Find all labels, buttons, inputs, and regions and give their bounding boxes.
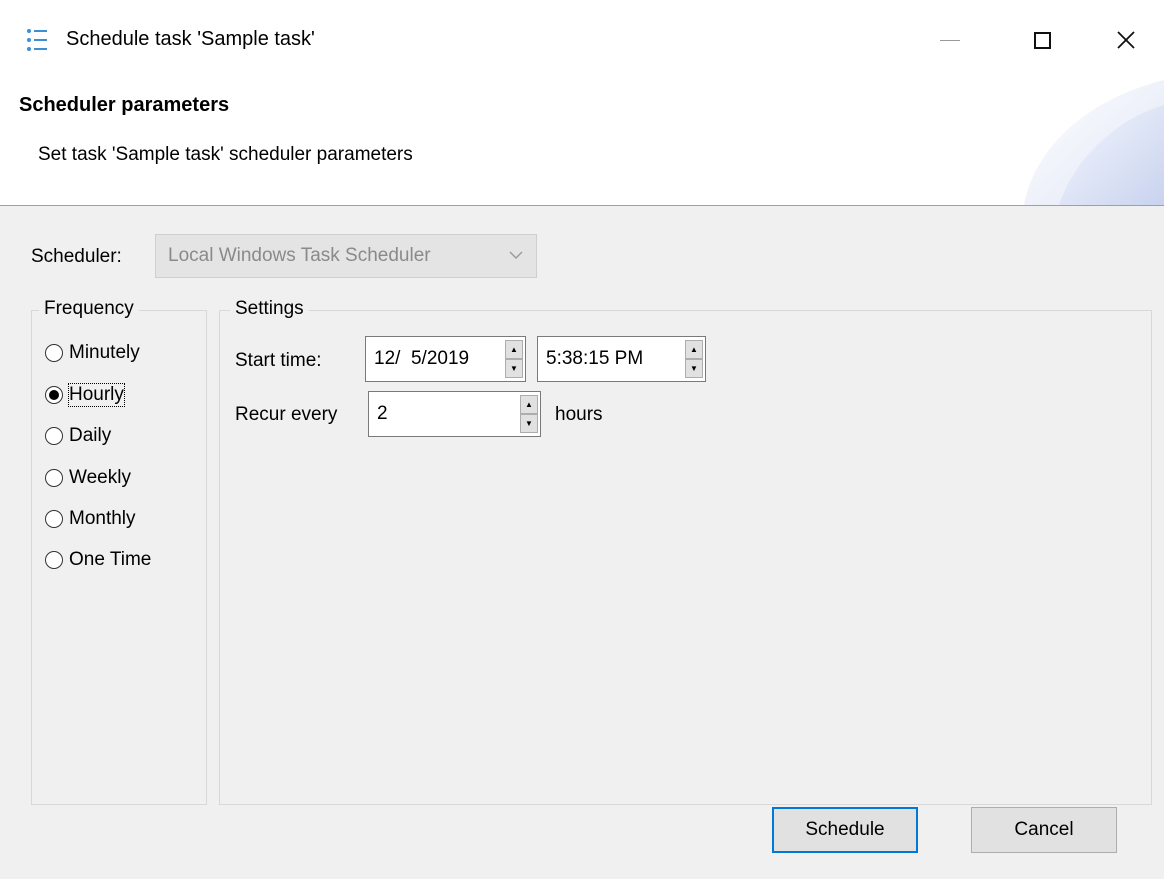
scheduler-select[interactable]: Local Windows Task Scheduler (155, 234, 537, 278)
recur-interval-input[interactable]: 2 ▲ ▼ (368, 391, 541, 437)
start-date-picker[interactable]: 12/ 5/2019 ▲ ▼ (365, 336, 526, 382)
maximize-icon (1033, 31, 1051, 49)
radio-monthly[interactable]: Monthly (45, 504, 136, 534)
close-button[interactable] (1088, 0, 1164, 80)
spin-down-button[interactable]: ▼ (520, 414, 538, 433)
radio-label: Hourly (68, 383, 125, 407)
radio-one-time[interactable]: One Time (45, 545, 151, 575)
radio-weekly[interactable]: Weekly (45, 463, 131, 493)
scheduler-label: Scheduler: (31, 246, 122, 267)
schedule-button[interactable]: Schedule (772, 807, 918, 853)
start-date-value: 12/ 5/2019 (374, 348, 470, 369)
spin-up-button[interactable]: ▲ (505, 340, 523, 359)
radio-label: Minutely (69, 342, 140, 363)
radio-minutely[interactable]: Minutely (45, 338, 140, 368)
maximize-button[interactable] (996, 0, 1088, 80)
schedule-task-dialog: Schedule task 'Sample task' Scheduler pa… (0, 0, 1164, 879)
recur-spinner: ▲ ▼ (520, 395, 538, 433)
frequency-legend: Frequency (39, 298, 139, 320)
radio-circle (45, 427, 63, 445)
header-banner-graphic (1024, 80, 1164, 205)
spin-up-button[interactable]: ▲ (685, 340, 703, 359)
chevron-down-icon (509, 251, 523, 259)
minimize-button[interactable] (904, 0, 996, 80)
start-time-value: 5:38:15 PM (546, 348, 644, 369)
spin-down-button[interactable]: ▼ (685, 359, 703, 378)
radio-circle (45, 551, 63, 569)
page-title: Scheduler parameters (19, 94, 230, 116)
task-list-icon (27, 29, 47, 51)
recur-every-label: Recur every (235, 404, 338, 425)
radio-circle (45, 469, 63, 487)
radio-daily[interactable]: Daily (45, 421, 111, 451)
time-spinner: ▲ ▼ (685, 340, 703, 378)
scheduler-select-value: Local Windows Task Scheduler (168, 245, 431, 266)
radio-label: Daily (69, 425, 112, 446)
wizard-header: Scheduler parameters Set task 'Sample ta… (0, 80, 1164, 205)
settings-group: Settings (219, 298, 1152, 805)
recur-unit-label: hours (555, 404, 603, 425)
date-spinner: ▲ ▼ (505, 340, 523, 378)
start-time-picker[interactable]: 5:38:15 PM ▲ ▼ (537, 336, 706, 382)
start-time-label: Start time: (235, 350, 322, 371)
spin-down-button[interactable]: ▼ (505, 359, 523, 378)
recur-interval-value: 2 (377, 403, 388, 424)
window-title: Schedule task 'Sample task' (66, 28, 315, 50)
close-icon (1117, 31, 1135, 49)
header-divider (0, 205, 1164, 206)
page-description: Set task 'Sample task' scheduler paramet… (38, 144, 413, 165)
radio-label: Monthly (69, 508, 136, 529)
radio-selected-dot (49, 390, 59, 400)
radio-label: One Time (69, 549, 152, 570)
settings-legend: Settings (230, 298, 309, 320)
title-bar: Schedule task 'Sample task' (0, 0, 1164, 80)
radio-hourly[interactable]: Hourly (45, 380, 125, 410)
radio-circle-checked (45, 386, 63, 404)
radio-circle (45, 344, 63, 362)
minimize-icon (940, 39, 960, 41)
spin-up-button[interactable]: ▲ (520, 395, 538, 414)
cancel-button[interactable]: Cancel (971, 807, 1117, 853)
radio-circle (45, 510, 63, 528)
radio-label: Weekly (69, 467, 131, 488)
